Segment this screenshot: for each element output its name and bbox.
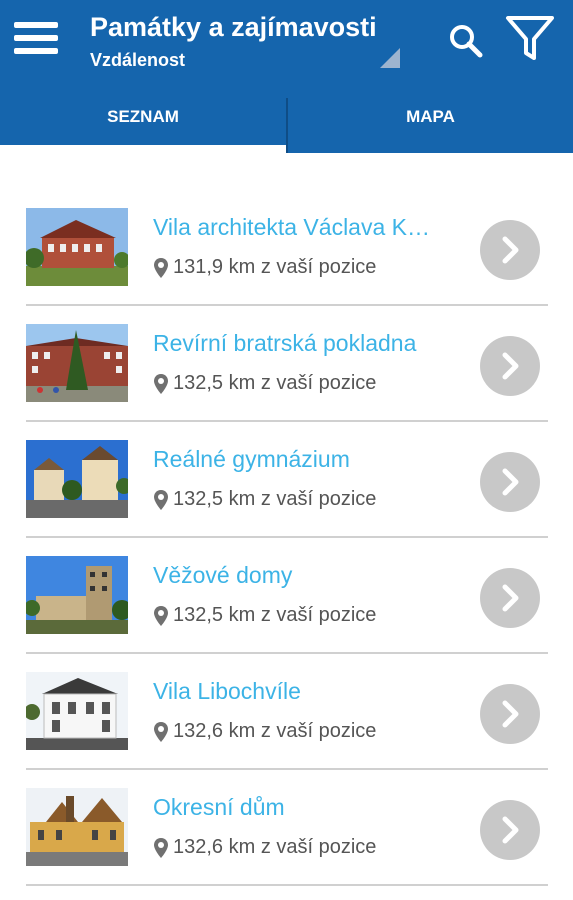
active-tab-indicator (0, 145, 286, 153)
location-pin-icon (154, 373, 168, 394)
distance-text: 132,5 km z vaší pozice (173, 488, 377, 510)
dropdown-corner-icon (380, 48, 400, 68)
place-title: Okresní dům (153, 794, 285, 820)
filter-icon[interactable] (504, 12, 556, 64)
place-thumbnail (26, 324, 128, 402)
tab-bar: SEZNAM MAPA (0, 88, 573, 153)
list-item[interactable]: Vila Libochvíle 132,6 km z vaší pozice (0, 654, 573, 770)
place-distance: 132,5 km z vaší pozice (153, 372, 376, 395)
place-title: Věžové domy (153, 562, 293, 588)
location-pin-icon (154, 489, 168, 510)
place-distance: 132,6 km z vaší pozice (153, 836, 376, 859)
distance-text: 132,6 km z vaší pozice (173, 836, 377, 858)
place-distance: 132,6 km z vaší pozice (153, 720, 376, 743)
place-thumbnail (26, 208, 128, 286)
place-thumbnail (26, 440, 128, 518)
open-detail-button[interactable] (480, 800, 540, 860)
place-title: Revírní bratrská pokladna (153, 330, 417, 356)
chevron-right-icon (502, 584, 519, 612)
distance-text: 132,5 km z vaší pozice (173, 604, 377, 626)
row-divider (26, 884, 548, 886)
title-dropdown[interactable]: Památky a zajímavosti Vzdálenost (90, 10, 400, 80)
open-detail-button[interactable] (480, 336, 540, 396)
distance-text: 131,9 km z vaší pozice (173, 256, 377, 278)
distance-text: 132,6 km z vaší pozice (173, 720, 377, 742)
open-detail-button[interactable] (480, 220, 540, 280)
open-detail-button[interactable] (480, 452, 540, 512)
tab-list[interactable]: SEZNAM (0, 88, 286, 145)
chevron-right-icon (502, 700, 519, 728)
list-item[interactable]: Okresní dům 132,6 km z vaší pozice (0, 770, 573, 886)
location-pin-icon (154, 605, 168, 626)
open-detail-button[interactable] (480, 684, 540, 744)
place-title: Vila architekta Václava Kocourka (153, 214, 438, 240)
place-thumbnail (26, 788, 128, 866)
location-pin-icon (154, 837, 168, 858)
place-title: Reálné gymnázium (153, 446, 350, 472)
page-title: Památky a zajímavosti (90, 12, 377, 42)
place-thumbnail (26, 556, 128, 634)
chevron-right-icon (502, 816, 519, 844)
app-bar: Památky a zajímavosti Vzdálenost SEZNAM … (0, 0, 573, 153)
place-distance: 132,5 km z vaší pozice (153, 604, 376, 627)
search-icon[interactable] (447, 22, 485, 60)
place-distance: 132,5 km z vaší pozice (153, 488, 376, 511)
sort-subtitle: Vzdálenost (90, 50, 186, 70)
list-item[interactable]: Revírní bratrská pokladna 132,5 km z vaš… (0, 306, 573, 422)
place-thumbnail (26, 672, 128, 750)
place-title: Vila Libochvíle (153, 678, 301, 704)
chevron-right-icon (502, 468, 519, 496)
location-pin-icon (154, 721, 168, 742)
list-item[interactable]: Reálné gymnázium 132,5 km z vaší pozice (0, 422, 573, 538)
location-pin-icon (154, 257, 168, 278)
tab-map[interactable]: MAPA (288, 88, 573, 145)
open-detail-button[interactable] (480, 568, 540, 628)
chevron-right-icon (502, 236, 519, 264)
distance-text: 132,5 km z vaší pozice (173, 372, 377, 394)
list-item[interactable]: Vila architekta Václava Kocourka 131,9 k… (0, 190, 573, 306)
place-distance: 131,9 km z vaší pozice (153, 256, 376, 279)
list-item[interactable]: Věžové domy 132,5 km z vaší pozice (0, 538, 573, 654)
menu-icon[interactable] (12, 18, 60, 60)
chevron-right-icon (502, 352, 519, 380)
